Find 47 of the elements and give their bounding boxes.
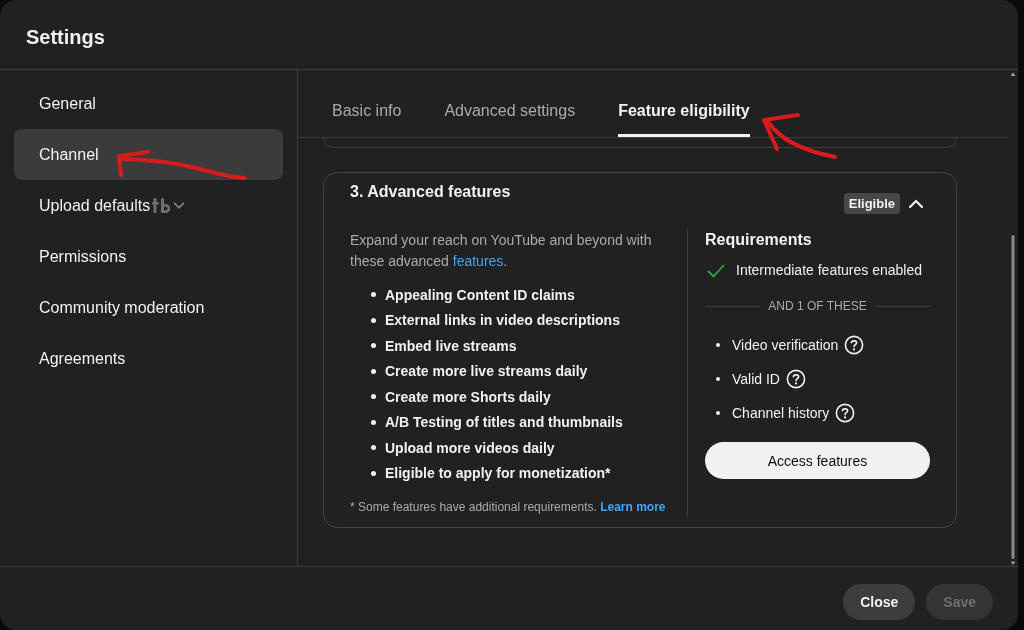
sidebar-item[interactable]: Agreements [14,333,283,384]
tab[interactable]: Basic info [332,87,402,137]
feature-item: Create more Shorts daily [385,388,551,405]
bullet-icon [371,445,376,451]
learn-more-link[interactable]: Learn more [600,500,666,514]
tab[interactable]: Advanced settings [444,87,576,137]
feature-item: External links in video descriptions [385,312,620,329]
help-icon[interactable] [844,335,865,355]
bullet-icon [371,394,376,400]
status-badge: Eligible [843,193,900,214]
bullet-icon [371,292,376,298]
footer-button[interactable]: Close [843,584,916,620]
requirements-title: Requirements [705,230,813,250]
requirement-option: Valid ID [732,371,780,387]
separator-label: AND 1 OF THESE [768,299,867,313]
description-text: Expand your reach on YouTube and beyond with these advanced features. [350,231,653,271]
access-features-button[interactable]: Access features [705,442,930,479]
bullet-icon [716,343,720,347]
sidebar-item[interactable]: General [14,78,283,129]
window-title: Settings [26,25,105,49]
requirement-option: Video verification [732,337,839,353]
feature-item: Eligible to apply for monetization* [385,465,611,482]
requirement-option: Channel history [732,405,830,421]
feature-item: A/B Testing of titles and thumbnails [385,414,623,431]
bullet-icon [371,368,376,374]
bullet-icon [371,317,376,323]
feature-item: Appealing Content ID claims [385,286,575,303]
requirement-text: Intermediate features enabled [736,261,922,280]
tab[interactable]: Feature eligibility [618,87,750,137]
sidebar-item[interactable]: Permissions [14,231,283,282]
bullet-icon [716,377,720,381]
help-icon[interactable] [786,369,806,389]
logo-icon [152,198,171,213]
section-title: 3. Advanced features [350,182,511,202]
chevron-up-icon[interactable] [908,197,924,210]
sidebar-item[interactable]: Channel [14,129,283,180]
feature-item: Create more live streams daily [385,363,588,380]
bullet-icon [716,411,720,415]
bullet-icon [371,343,376,349]
help-icon[interactable] [835,403,856,423]
bullet-icon [371,470,376,476]
bullet-icon [371,419,376,425]
footnote-text: * Some features have additional requirements. Learn more [350,499,667,516]
feature-item: Upload more videos daily [385,439,555,456]
sidebar-item[interactable]: Community moderation [14,282,283,333]
sidebar-item[interactable]: Upload defaults [14,180,283,231]
feature-item: Embed live streams [385,337,517,354]
